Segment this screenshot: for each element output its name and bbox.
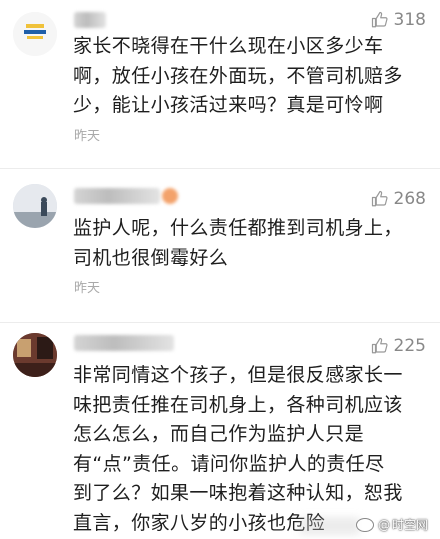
- comment-line: 到了么？如果一味抱着这种认知，恕我: [73, 482, 403, 504]
- comment-line: 监护人呢，什么责任都推到司机身上，: [73, 217, 403, 239]
- like-count: 318: [393, 10, 426, 30]
- comment-line: 少，能让小孩活过来吗？真是可怜啊: [73, 94, 384, 116]
- thumbs-up-icon: [371, 190, 388, 207]
- comment-line: 味把责任推在司机身上，各种司机应该: [73, 393, 403, 416]
- avatar-photo-icon: [13, 184, 57, 228]
- comment-line: 怎么怎么，而自己作为监护人只是: [73, 423, 365, 445]
- avatar[interactable]: [13, 333, 57, 377]
- watermark-at: @: [377, 517, 390, 532]
- comment-item: 318 家长不晓得在干什么现在小区多少车 啊，放任小孩在外面玩，不管司机赔多 少…: [0, 0, 440, 170]
- comment-time: 昨天: [74, 281, 101, 296]
- comment-item: 268 监护人呢，什么责任都推到司机身上， 司机也很倒霉好么 昨天: [0, 170, 440, 320]
- avatar-logo-icon: [13, 12, 57, 56]
- username-blurred[interactable]: [74, 12, 106, 28]
- comment-line: 司机也很倒霉好么: [73, 246, 229, 269]
- comment-item: 225 非常同情这个孩子，但是很反感家长一 味把责任推在司机身上，各种司机应该 …: [0, 323, 440, 539]
- thumbs-up-icon: [371, 11, 388, 28]
- comment-line: 啊，放任小孩在外面玩，不管司机赔多: [73, 64, 403, 87]
- like-count: 268: [393, 189, 426, 209]
- watermark-text: 时空网: [391, 518, 428, 532]
- thumbs-up-icon: [371, 337, 388, 354]
- comment-line: 有“点”责任。请问你监护人的责任尽: [73, 452, 385, 475]
- avatar[interactable]: [13, 184, 57, 228]
- weibo-logo-icon: [355, 517, 374, 532]
- watermark: @ 时空网: [355, 516, 428, 533]
- like-button[interactable]: 318: [371, 10, 426, 30]
- comment-time: 昨天: [74, 129, 101, 144]
- like-button[interactable]: 225: [371, 336, 426, 356]
- comment-text: 非常同情这个孩子，但是很反感家长一 味把责任推在司机身上，各种司机应该 怎么怎么…: [73, 361, 430, 538]
- username-blurred[interactable]: [74, 188, 160, 204]
- comment-text: 家长不晓得在干什么现在小区多少车 啊，放任小孩在外面玩，不管司机赔多 少，能让小…: [73, 32, 430, 121]
- like-count: 225: [393, 336, 426, 356]
- username-blurred[interactable]: [74, 335, 174, 351]
- watermark-haze: [300, 517, 360, 535]
- avatar-photo-icon: [13, 333, 57, 377]
- comment-line: 非常同情这个孩子，但是很反感家长一: [73, 364, 403, 386]
- comment-text: 监护人呢，什么责任都推到司机身上， 司机也很倒霉好么: [73, 214, 430, 273]
- comment-line: 家长不晓得在干什么现在小区多少车: [73, 35, 384, 57]
- avatar[interactable]: [13, 12, 57, 56]
- divider: [0, 168, 440, 169]
- username-badge-blurred: [162, 188, 178, 204]
- like-button[interactable]: 268: [371, 189, 426, 209]
